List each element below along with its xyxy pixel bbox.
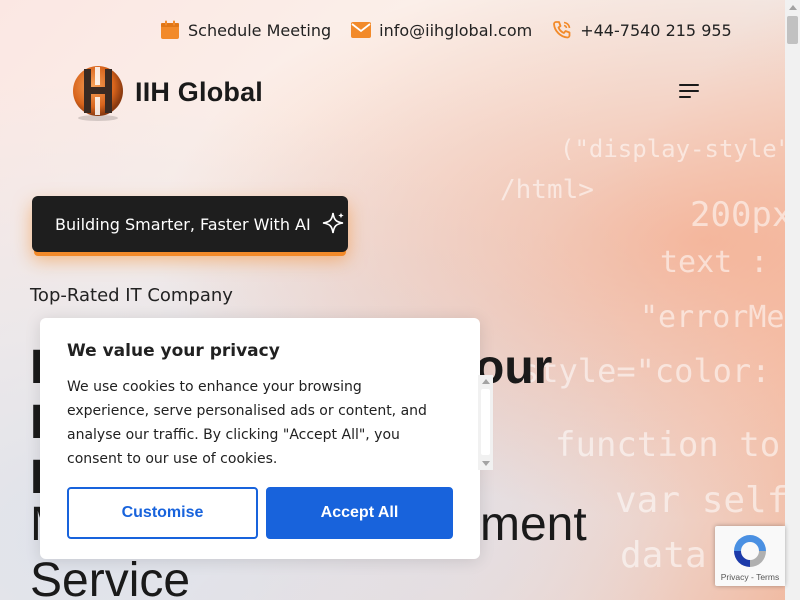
- email-label: info@iihglobal.com: [379, 20, 533, 40]
- cookie-scrollbar[interactable]: [478, 375, 493, 470]
- ai-badge[interactable]: Building Smarter, Faster With AI: [32, 196, 348, 252]
- email-link[interactable]: info@iihglobal.com: [351, 21, 532, 40]
- brand-name: IIH Global: [135, 76, 264, 107]
- recaptcha-terms-link[interactable]: Terms: [756, 572, 779, 582]
- cookie-title: We value your privacy: [67, 341, 280, 361]
- scroll-thumb[interactable]: [787, 16, 798, 44]
- hero-subheading-line-2: Service: [30, 554, 191, 600]
- code-line: text : 2: [660, 245, 800, 280]
- hamburger-menu-icon[interactable]: [679, 82, 701, 100]
- code-line: "errorMe: [640, 300, 785, 335]
- page-scrollbar[interactable]: [785, 0, 800, 600]
- recaptcha-privacy-link[interactable]: Privacy: [721, 572, 749, 582]
- hero-subheading-fragment: ment: [480, 498, 587, 551]
- scroll-down-icon[interactable]: [482, 461, 490, 466]
- globe-logo-icon: [71, 63, 125, 121]
- cookie-description: We use cookies to enhance your browsing …: [67, 379, 427, 467]
- brand-logo[interactable]: IIH Global: [71, 63, 263, 121]
- phone-label: +44-7540 215 955: [580, 20, 732, 40]
- phone-icon: [553, 21, 571, 39]
- schedule-meeting-label: Schedule Meeting: [188, 20, 332, 40]
- accept-all-button[interactable]: Accept All: [266, 487, 453, 539]
- code-line: 200px: [690, 195, 793, 235]
- scroll-thumb[interactable]: [481, 389, 490, 455]
- contact-bar: Schedule Meeting info@iihglobal.com +44-…: [160, 20, 732, 40]
- recaptcha-icon: [734, 535, 766, 567]
- tagline: Top-Rated IT Company: [30, 285, 233, 306]
- sparkle-icon: [322, 212, 344, 234]
- schedule-meeting-link[interactable]: Schedule Meeting: [160, 20, 331, 40]
- calendar-icon: [161, 20, 179, 39]
- phone-link[interactable]: +44-7540 215 955: [552, 20, 732, 40]
- recaptcha-badge[interactable]: Privacy - Terms: [715, 526, 785, 586]
- customise-button[interactable]: Customise: [67, 487, 258, 539]
- code-line: ("display-style": [560, 135, 792, 163]
- ai-badge-label: Building Smarter, Faster With AI: [55, 214, 311, 234]
- code-line: var self: [615, 480, 789, 521]
- scroll-up-icon[interactable]: [482, 379, 490, 384]
- recaptcha-links: Privacy - Terms: [715, 572, 785, 582]
- code-line: /html>: [500, 175, 594, 205]
- mail-icon: [351, 22, 372, 38]
- cookie-consent-dialog: We value your privacy We use cookies to …: [40, 318, 493, 559]
- code-line: function to: [555, 425, 781, 465]
- code-line: style="color:: [520, 352, 771, 390]
- scroll-up-icon[interactable]: [789, 5, 797, 10]
- recaptcha-separator: -: [751, 572, 754, 582]
